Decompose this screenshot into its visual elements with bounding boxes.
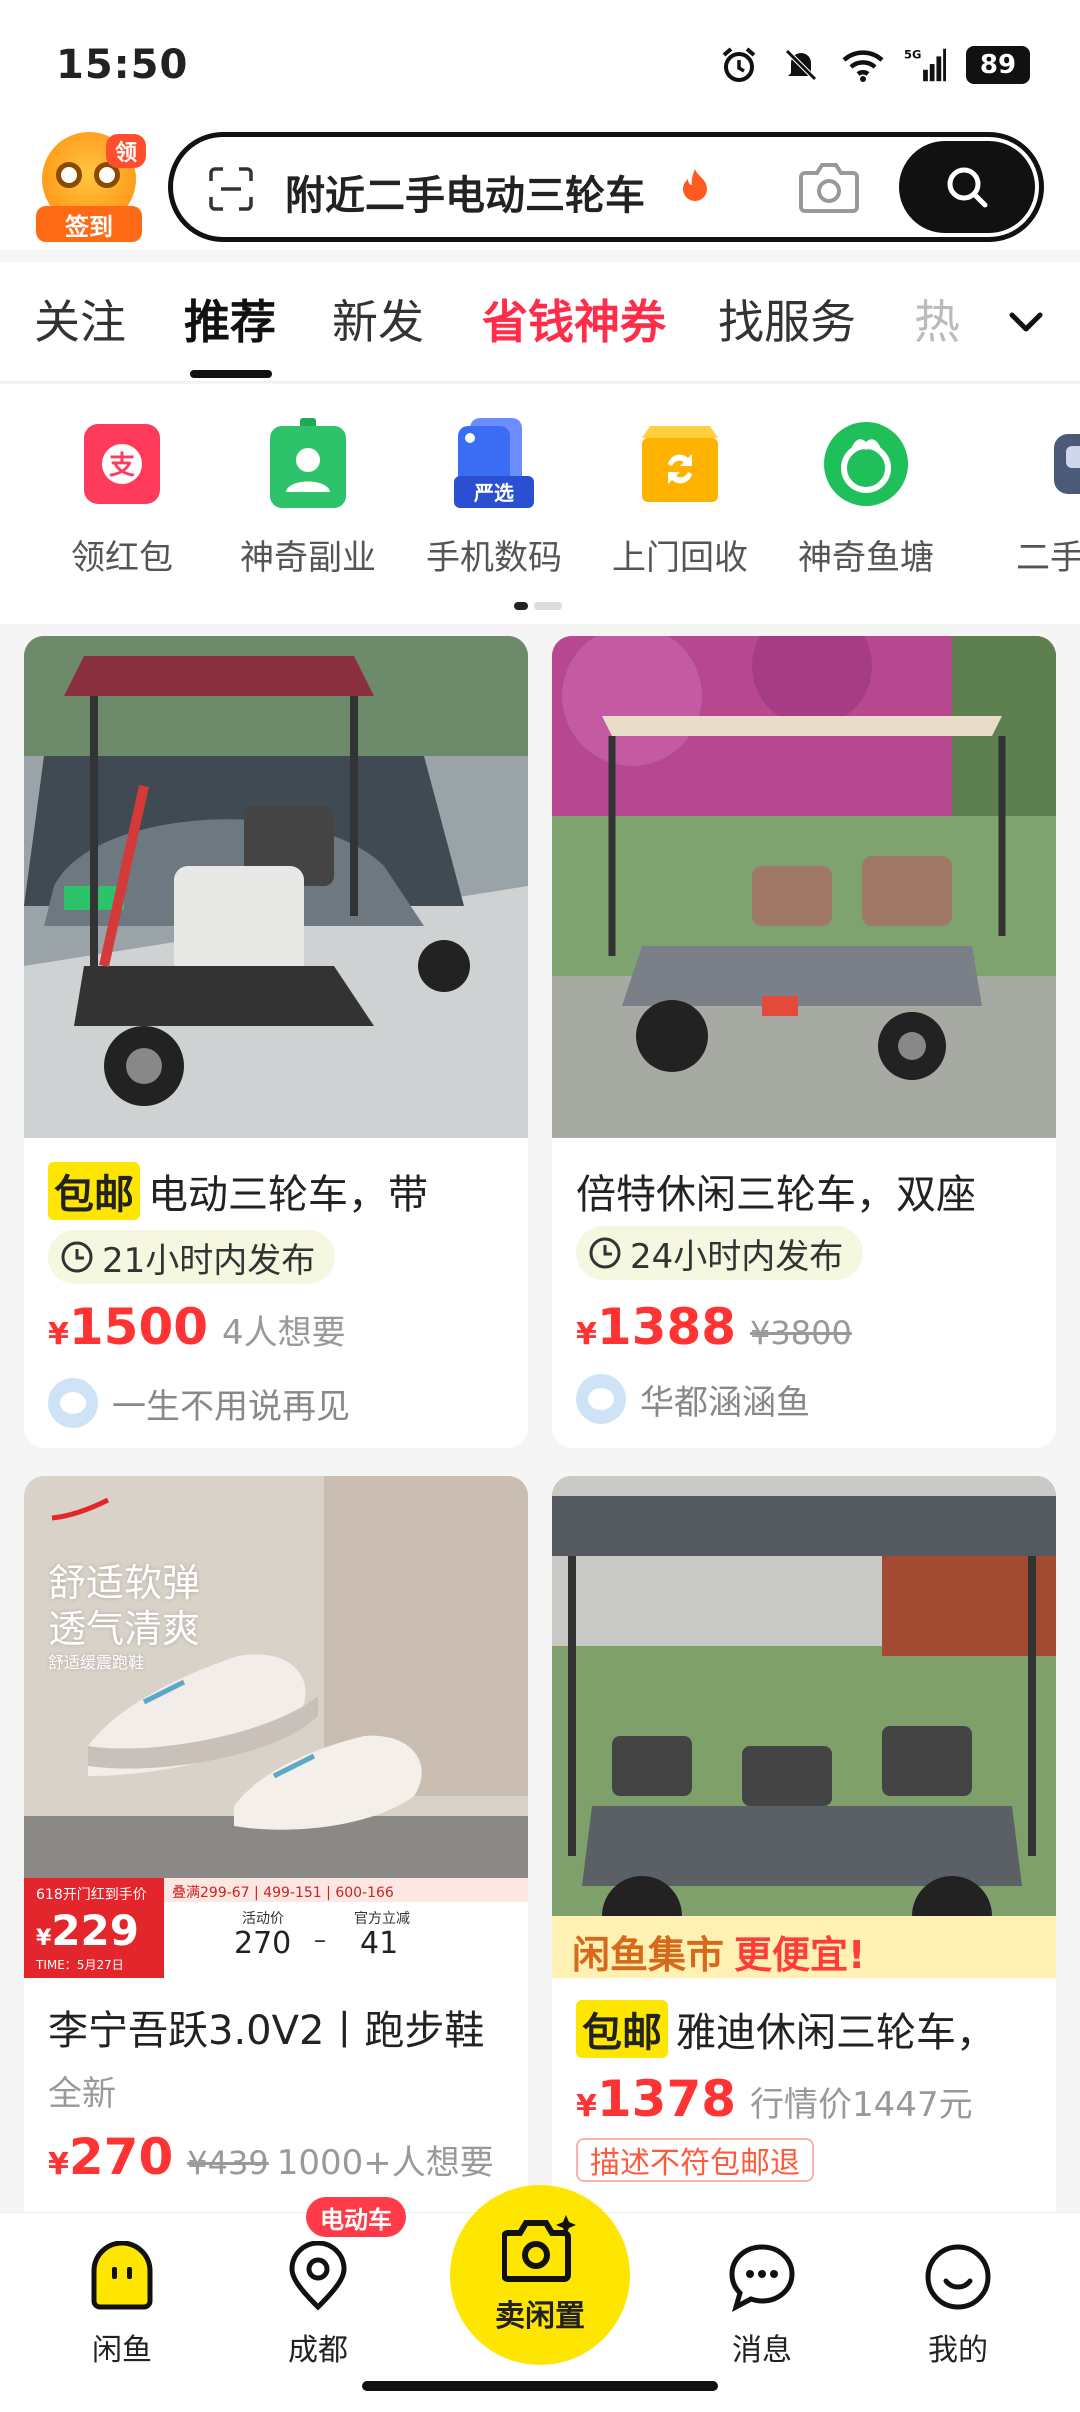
avatar — [576, 1374, 626, 1424]
shortcut-recycle[interactable]: 上门回收 — [600, 418, 760, 579]
product-price: ¥1500 4人想要 — [48, 1298, 346, 1356]
wifi-icon — [842, 44, 884, 86]
app-screen: 15:50 5G 89 领 签到 附近二手电动三轮车 关注 推荐 新发 省钱神券… — [0, 0, 1080, 2412]
svg-text:严选: 严选 — [473, 481, 514, 505]
feed-tabs: 关注 推荐 新发 省钱神券 找服务 热 — [0, 262, 1080, 382]
camera-icon[interactable] — [799, 159, 859, 215]
signal-icon: 5G — [904, 44, 946, 86]
product-image — [24, 636, 528, 1138]
original-price: ¥439 — [187, 2144, 269, 2182]
tab-services[interactable]: 找服务 — [718, 286, 856, 352]
market-banner: 闲鱼集市 更便宜! — [572, 1933, 866, 1977]
tab-new[interactable]: 新发 — [332, 286, 424, 352]
tab-coupons[interactable]: 省钱神券 — [482, 286, 666, 352]
clock-icon — [61, 1241, 93, 1273]
nav-me[interactable]: 我的 — [888, 2241, 1028, 2369]
profile-icon — [922, 2241, 994, 2313]
sell-button[interactable]: 卖闲置 — [450, 2185, 630, 2365]
chevron-down-icon[interactable] — [1006, 302, 1046, 342]
claim-badge: 领 — [106, 134, 146, 168]
id-badge-icon — [266, 418, 350, 510]
promo-price: ¥229 — [36, 1906, 139, 1955]
search-button[interactable] — [899, 141, 1035, 233]
status-bar: 15:50 5G 89 — [0, 0, 1080, 130]
product-card[interactable]: 闲鱼集市 更便宜! 包邮 雅迪休闲三轮车， ¥1378 行情价1447元 描述不符包邮… — [552, 1476, 1056, 2236]
bottom-nav: 闲鱼 成都 电动车 卖闲置 消息 我的 — [0, 2185, 1080, 2412]
camera-sparkle-icon — [502, 2215, 576, 2282]
seller-info[interactable]: 一生不用说再见 — [48, 1378, 350, 1428]
product-image — [552, 636, 1056, 1138]
shortcut-used-car[interactable]: 二手 — [970, 418, 1080, 579]
tab-hot[interactable]: 热 — [914, 286, 960, 352]
pager-dots — [514, 602, 562, 610]
mute-bell-icon — [780, 44, 822, 86]
return-policy-tag: 描述不符包邮退 — [576, 2138, 814, 2182]
product-price: ¥1388 ¥3800 — [576, 1298, 852, 1356]
product-image: 舒适软弹 透气清爽 舒适缓震跑鞋 618开门红到手价 ¥229 TIME：5月2… — [24, 1476, 528, 1978]
svg-text:5G: 5G — [904, 47, 921, 61]
product-card[interactable]: 倍特休闲三轮车，双座 24小时内发布 ¥1388 ¥3800 华都涵涵鱼 — [552, 636, 1056, 1448]
signin-label: 签到 — [36, 206, 142, 242]
city-badge: 电动车 — [306, 2197, 406, 2237]
condition-label: 全新 — [48, 2074, 116, 2114]
scan-icon[interactable] — [209, 167, 253, 211]
post-time-badge: 24小时内发布 — [576, 1226, 864, 1280]
product-card[interactable]: 舒适软弹 透气清爽 舒适缓震跑鞋 618开门红到手价 ¥229 TIME：5月2… — [24, 1476, 528, 2236]
avatar — [48, 1378, 98, 1428]
message-icon — [726, 2241, 798, 2313]
product-card[interactable]: 包邮 电动三轮车，带 21小时内发布 ¥1500 4人想要 一生不用说再见 — [24, 636, 528, 1448]
product-image: 闲鱼集市 更便宜! — [552, 1476, 1056, 1978]
fire-icon — [681, 167, 709, 209]
product-title: 倍特休闲三轮车，双座 — [576, 1172, 976, 1218]
car-icon — [1008, 418, 1080, 510]
free-shipping-badge: 包邮 — [576, 2000, 668, 2058]
active-tab-indicator — [190, 370, 272, 378]
phone-icon: 严选 — [452, 418, 536, 510]
product-price: ¥1378 行情价1447元 — [576, 2070, 973, 2128]
tab-follow[interactable]: 关注 — [34, 286, 126, 352]
product-title: 李宁吾跃3.0V2丨跑步鞋 — [48, 2008, 485, 2054]
nav-city[interactable]: 成都 — [248, 2240, 388, 2369]
nav-home[interactable]: 闲鱼 — [52, 2240, 192, 2369]
search-input[interactable]: 附近二手电动三轮车 — [285, 163, 645, 221]
header: 领 签到 附近二手电动三轮车 — [0, 120, 1080, 250]
product-price: ¥270 ¥439 1000+人想要 — [48, 2128, 494, 2186]
free-shipping-badge: 包邮 — [48, 1162, 140, 1220]
nav-messages[interactable]: 消息 — [692, 2241, 832, 2369]
original-price: ¥3800 — [750, 1314, 852, 1352]
home-icon — [86, 2240, 158, 2313]
shortcut-digital[interactable]: 严选 手机数码 — [414, 418, 574, 579]
recycle-box-icon — [638, 418, 722, 510]
battery-indicator: 89 — [966, 46, 1030, 84]
shortcut-red-packet[interactable]: 支 领红包 — [42, 418, 202, 579]
clock-icon — [589, 1237, 621, 1269]
location-icon — [282, 2240, 354, 2313]
signin-button[interactable]: 领 签到 — [36, 132, 146, 242]
home-indicator[interactable] — [362, 2381, 718, 2391]
status-time: 15:50 — [56, 42, 189, 88]
svg-text:支: 支 — [109, 451, 135, 481]
product-title: 电动三轮车，带 — [148, 1172, 428, 1218]
shortcut-fish-pond[interactable]: 神奇鱼塘 — [786, 418, 946, 579]
post-time-badge: 21小时内发布 — [48, 1230, 336, 1284]
search-bar[interactable]: 附近二手电动三轮车 — [168, 132, 1044, 242]
fish-pond-icon — [824, 418, 908, 510]
seller-name: 一生不用说再见 — [112, 1386, 350, 1427]
want-count: 4人想要 — [222, 1313, 346, 1353]
brand-logo-icon — [51, 1498, 110, 1521]
red-packet-icon: 支 — [80, 418, 164, 510]
product-title: 雅迪休闲三轮车， — [676, 2010, 996, 2056]
seller-name: 华都涵涵鱼 — [640, 1382, 810, 1423]
tab-recommend[interactable]: 推荐 — [184, 286, 276, 352]
status-icons: 5G 89 — [718, 44, 1030, 86]
seller-info[interactable]: 华都涵涵鱼 — [576, 1374, 810, 1424]
shortcut-row: 支 领红包 神奇副业 严选 手机数码 上门回收 神奇鱼塘 二手 — [0, 384, 1080, 624]
ad-slogan: 舒适软弹 透气清爽 舒适缓震跑鞋 — [48, 1561, 201, 1672]
shortcut-side-job[interactable]: 神奇副业 — [228, 418, 388, 579]
alarm-icon — [718, 44, 760, 86]
search-icon — [947, 167, 988, 208]
want-count: 1000+人想要 — [276, 2143, 494, 2183]
market-price: 行情价1447元 — [750, 2085, 973, 2125]
